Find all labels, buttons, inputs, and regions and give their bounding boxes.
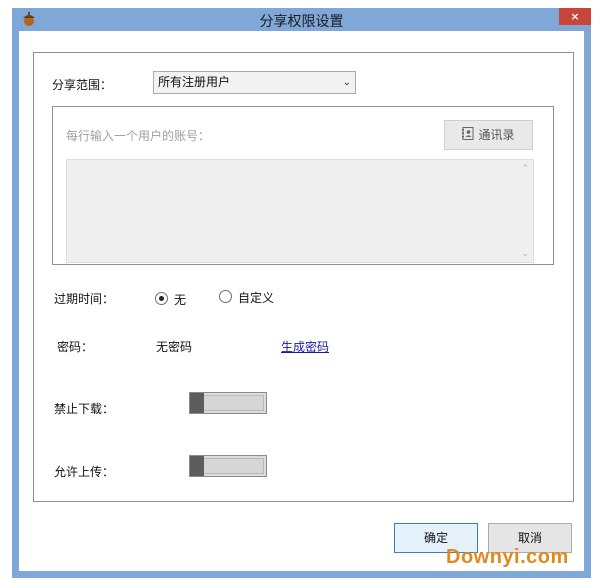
expiry-none-radio[interactable] — [155, 292, 168, 305]
allow-upload-toggle[interactable] — [189, 455, 267, 477]
site-watermark: Downyi.com — [446, 546, 569, 568]
scroll-up-arrow-icon[interactable]: ⌃ — [521, 164, 529, 174]
scroll-down-arrow-icon[interactable]: ⌄ — [521, 249, 529, 259]
window-frame-left — [12, 30, 19, 578]
title-bar[interactable]: 分享权限设置 × — [12, 8, 591, 31]
window-frame-right — [584, 30, 591, 578]
account-textarea[interactable]: ⌃ ⌄ — [66, 159, 534, 263]
window-title: 分享权限设置 — [259, 14, 344, 30]
expiry-none-label[interactable]: 无 — [174, 291, 186, 308]
dialog-content: 分享范围： 所有注册用户 ⌄ 每行输入一个用户的账号： 通讯录 ⌃ ⌄ 过期时间… — [19, 31, 584, 571]
allow-upload-label: 允许上传： — [54, 465, 115, 479]
close-button[interactable]: × — [559, 8, 591, 25]
generate-password-link[interactable]: 生成密码 — [281, 338, 329, 355]
disable-download-toggle[interactable] — [189, 392, 267, 414]
password-value: 无密码 — [156, 340, 193, 354]
address-book-icon — [462, 122, 474, 150]
account-list-panel: 每行输入一个用户的账号： 通讯录 ⌃ ⌄ — [52, 106, 554, 265]
password-label: 密码： — [57, 340, 94, 354]
disable-download-label: 禁止下载： — [54, 402, 115, 416]
share-scope-select[interactable]: 所有注册用户 ⌄ — [153, 71, 356, 94]
expiry-custom-label[interactable]: 自定义 — [238, 289, 274, 306]
contacts-button-label: 通讯录 — [478, 128, 515, 142]
share-scope-label: 分享范围： — [52, 78, 113, 92]
account-input-hint: 每行输入一个用户的账号： — [66, 129, 211, 143]
toggle-knob[interactable] — [190, 456, 204, 476]
window-frame-bottom — [12, 571, 591, 578]
share-permission-dialog: 分享权限设置 × 分享范围： 所有注册用户 ⌄ 每行输入一个用户的账号： 通讯录… — [0, 0, 597, 583]
expiry-custom-radio[interactable] — [219, 290, 232, 303]
contacts-button[interactable]: 通讯录 — [444, 120, 533, 150]
expiry-label: 过期时间： — [54, 292, 115, 306]
toggle-knob[interactable] — [190, 393, 204, 413]
chevron-down-icon: ⌄ — [342, 77, 351, 88]
share-scope-value: 所有注册用户 — [158, 75, 231, 89]
